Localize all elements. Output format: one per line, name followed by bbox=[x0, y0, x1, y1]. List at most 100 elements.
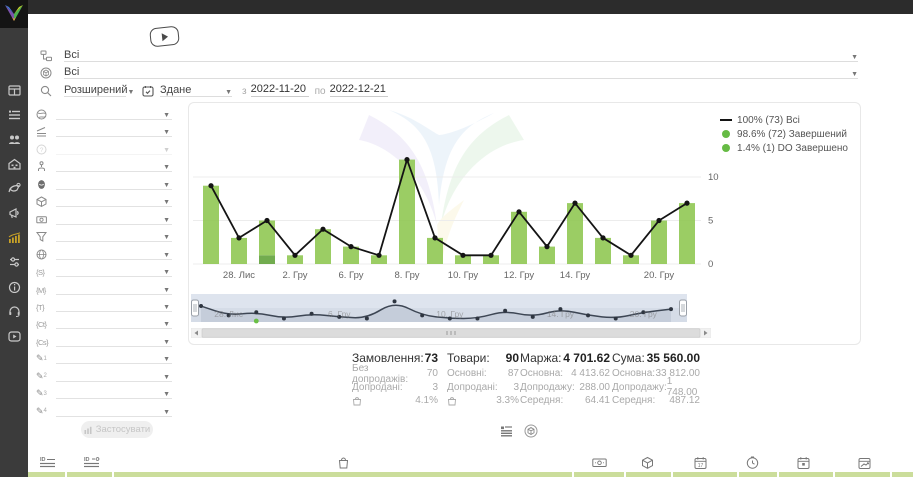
video-tutorial-button[interactable] bbox=[149, 26, 180, 48]
stats-lines-icon bbox=[36, 126, 56, 137]
search-mode-select[interactable]: Розширений ▼ bbox=[64, 82, 126, 97]
banknote-icon[interactable] bbox=[592, 455, 608, 471]
date-to-label: по bbox=[315, 86, 326, 97]
column-separator bbox=[671, 472, 673, 477]
package-view-icon[interactable] bbox=[523, 423, 539, 439]
chevron-down-icon: ▼ bbox=[163, 287, 170, 294]
filter-select-pencil-4[interactable]: ▼ bbox=[56, 403, 172, 417]
navigator-handle[interactable] bbox=[192, 300, 199, 316]
bag-icon[interactable] bbox=[337, 455, 353, 471]
filter-select-money[interactable]: ▼ bbox=[56, 211, 172, 225]
filter-select-globe[interactable]: ▼ bbox=[56, 106, 172, 120]
stat-value: 35 560.00 bbox=[647, 351, 700, 367]
calendar-day-icon[interactable] bbox=[797, 455, 813, 471]
filter-select-brace-t[interactable]: ▼ bbox=[56, 298, 172, 312]
filter-select-brace-cs[interactable]: ▼ bbox=[56, 333, 172, 347]
calendar-trend-icon[interactable] bbox=[858, 455, 874, 471]
cart-icon bbox=[352, 396, 365, 406]
sidebar-item-promo-icon[interactable] bbox=[0, 178, 28, 198]
chevron-down-icon: ▼ bbox=[163, 164, 170, 171]
search-icon bbox=[40, 85, 64, 97]
chevron-down-icon: ▼ bbox=[163, 374, 170, 381]
sidebar bbox=[0, 14, 28, 477]
filter-row-brace-ct: {Ct}▼ bbox=[36, 313, 172, 329]
chevron-down-icon: ▼ bbox=[163, 304, 170, 311]
filter-select-funnel[interactable]: ▼ bbox=[56, 228, 172, 242]
date-from-label: з bbox=[242, 86, 247, 97]
filter-select-pencil-2[interactable]: ▼ bbox=[56, 368, 172, 382]
sidebar-item-dashboard-icon[interactable] bbox=[0, 80, 28, 100]
stat-sub-label: Середня: bbox=[612, 395, 655, 406]
chevron-down-icon: ▼ bbox=[225, 89, 232, 96]
pencil-3-icon: ✎3 bbox=[36, 388, 56, 399]
stat-sub-value: 70 bbox=[427, 368, 438, 379]
globe-grid-icon bbox=[36, 249, 56, 260]
orders-chart[interactable]: 051028. Лис2. Гру6. Гру8. Гру10. Гру12. … bbox=[193, 131, 729, 283]
stat-sub-label bbox=[447, 396, 460, 406]
filter-select-box[interactable]: ▼ bbox=[56, 193, 172, 207]
sidebar-item-clients-icon[interactable] bbox=[0, 129, 28, 149]
sidebar-item-warehouse-icon[interactable] bbox=[0, 154, 28, 174]
chevron-down-icon: ▼ bbox=[163, 339, 170, 346]
navigator-handle[interactable] bbox=[680, 300, 687, 316]
legend-item-0[interactable]: 100% (73) Всі bbox=[719, 113, 848, 127]
sidebar-item-integrations-icon[interactable] bbox=[0, 252, 28, 272]
filter-select-brace-m[interactable]: ▼ bbox=[56, 281, 172, 295]
package-icon bbox=[40, 67, 64, 79]
app-logo[interactable] bbox=[0, 0, 28, 28]
cart-icon bbox=[447, 396, 460, 406]
sidebar-item-orders-list-icon[interactable] bbox=[0, 105, 28, 125]
department-select[interactable]: Всі ▼ bbox=[40, 46, 858, 62]
filter-select-brace-ct[interactable]: ▼ bbox=[56, 315, 172, 329]
mini-chart-icon bbox=[84, 426, 93, 434]
column-separator bbox=[572, 472, 574, 477]
chart-scrollbar[interactable] bbox=[191, 328, 711, 338]
clock-icon[interactable] bbox=[746, 455, 762, 471]
legend-item-1[interactable]: 98.6% (72) Завершений bbox=[719, 127, 848, 141]
filter-select-globe-grid[interactable]: ▼ bbox=[56, 246, 172, 260]
video-icon bbox=[8, 330, 21, 342]
chevron-down-icon: ▼ bbox=[163, 129, 170, 136]
id-list-icon[interactable]: ID bbox=[40, 455, 56, 471]
stat-value: 90 bbox=[506, 351, 519, 367]
chevron-down-icon: ▼ bbox=[851, 71, 858, 78]
list-view-icon[interactable] bbox=[498, 423, 514, 439]
filter-select-brace-s[interactable]: ▼ bbox=[56, 263, 172, 277]
id-alt-list-icon[interactable]: ID bbox=[84, 455, 100, 471]
svg-text:10: 10 bbox=[708, 172, 719, 183]
filter-select-pencil-1[interactable]: ▼ bbox=[56, 350, 172, 364]
chart-legend: 100% (73) Всі98.6% (72) Завершений1.4% (… bbox=[719, 113, 848, 155]
date-from-input[interactable] bbox=[251, 83, 309, 97]
sidebar-item-marketing-icon[interactable] bbox=[0, 203, 28, 223]
box-icon bbox=[36, 196, 56, 207]
sidebar-item-video-icon[interactable] bbox=[0, 326, 28, 346]
date-type-select[interactable]: Здане ▼ bbox=[160, 82, 232, 97]
product-select[interactable]: Всі ▼ bbox=[40, 63, 858, 79]
department-select-value: Всі bbox=[64, 49, 79, 61]
sidebar-item-info-icon[interactable] bbox=[0, 277, 28, 297]
svg-text:28. Лис: 28. Лис bbox=[214, 309, 244, 319]
filter-select-pencil-3[interactable]: ▼ bbox=[56, 385, 172, 399]
calendar-icon[interactable]: 17 bbox=[694, 455, 710, 471]
sidebar-item-analytics-icon[interactable] bbox=[0, 228, 28, 248]
svg-text:8. Гру: 8. Гру bbox=[394, 270, 419, 281]
chart-range-navigator[interactable]: 28. Лис6. Гру10. Гру14. Гру20. Гру bbox=[191, 294, 687, 326]
legend-item-2[interactable]: 1.4% (1) DO Завершено bbox=[719, 141, 848, 155]
cube-icon[interactable] bbox=[641, 455, 657, 471]
chevron-down-icon: ▼ bbox=[851, 54, 858, 61]
apply-button[interactable]: Застосувати bbox=[81, 421, 153, 438]
column-separator bbox=[65, 472, 67, 477]
sidebar-item-support-icon[interactable] bbox=[0, 301, 28, 321]
filter-select-question[interactable]: ▼ bbox=[56, 141, 172, 155]
stat-sub-value: 3.3% bbox=[496, 395, 519, 406]
stat-sub-value: 487.12 bbox=[669, 395, 700, 406]
filter-select-hierarchy[interactable]: ▼ bbox=[56, 158, 172, 172]
apply-button-label: Застосувати bbox=[96, 424, 150, 435]
filter-select-stats-lines[interactable]: ▼ bbox=[56, 123, 172, 137]
filter-row-box: ▼ bbox=[36, 191, 172, 207]
filter-select-person[interactable]: ▼ bbox=[56, 176, 172, 190]
date-to-input[interactable] bbox=[330, 83, 388, 97]
svg-text:20. Гру: 20. Гру bbox=[630, 309, 658, 319]
globe-icon bbox=[36, 109, 56, 120]
stat-sub-value: 3 bbox=[513, 382, 519, 393]
